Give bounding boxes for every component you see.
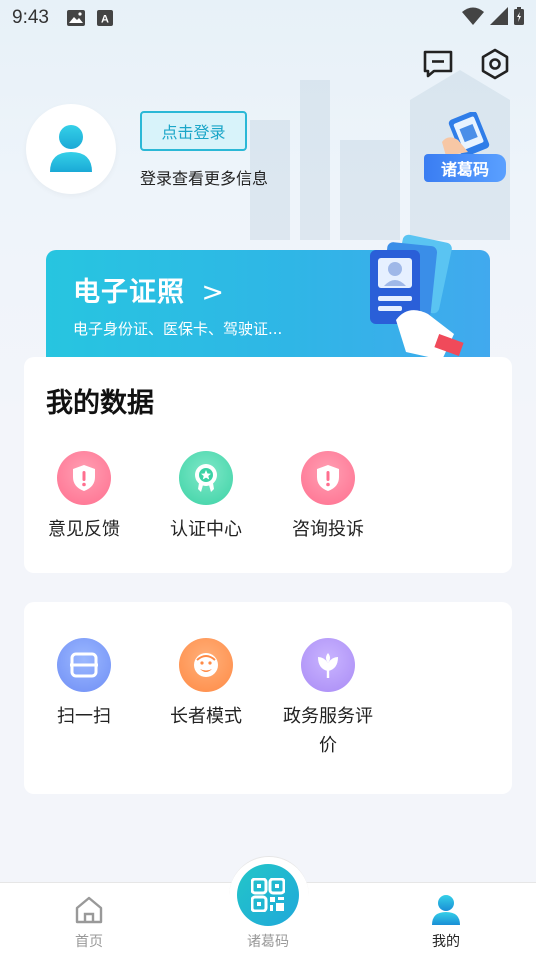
login-button[interactable]: 点击登录 — [140, 111, 247, 151]
nav-home-label: 首页 — [75, 934, 103, 950]
id-cards-hand-icon — [370, 234, 464, 360]
home-icon — [75, 896, 103, 924]
user-icon — [432, 895, 460, 925]
qr-badge-label: 诸葛码 — [424, 154, 506, 182]
service-evaluation-label-line1: 政务服务评 — [283, 706, 373, 727]
feedback-label: 意见反馈 — [48, 519, 120, 540]
consult-complaint-item[interactable]: 咨询投诉 — [268, 451, 388, 544]
message-icon — [423, 50, 453, 78]
battery-icon — [514, 7, 524, 29]
e-certificate-title-text: 电子证照 — [73, 277, 185, 308]
e-certificate-title: 电子证照 > — [73, 270, 225, 309]
qr-code-icon — [251, 878, 285, 912]
service-evaluation-label: 政务服务评 价 — [268, 702, 388, 760]
settings-button[interactable] — [477, 46, 513, 82]
service-evaluation-label-line2: 价 — [319, 735, 337, 756]
font-notification-icon: A — [96, 10, 113, 26]
feedback-item[interactable]: 意见反馈 — [24, 451, 144, 544]
tools-card: 扫一扫 长者模式 政务服务评 价 — [24, 602, 512, 794]
signal-icon — [490, 7, 508, 29]
phone-qr-icon — [442, 112, 490, 157]
certificate-badge-icon — [179, 451, 233, 505]
avatar[interactable] — [26, 104, 116, 194]
consult-complaint-label: 咨询投诉 — [292, 519, 364, 540]
nav-mine-label: 我的 — [432, 934, 460, 950]
elder-mode-label: 长者模式 — [170, 706, 242, 727]
shield-alert-icon — [301, 451, 355, 505]
nav-qr-code-button[interactable] — [237, 864, 299, 926]
image-notification-icon — [66, 10, 85, 26]
message-button[interactable] — [420, 46, 456, 82]
shield-alert-icon — [57, 451, 111, 505]
my-data-card: 我的数据 意见反馈 认证中心 咨询投诉 — [24, 357, 512, 573]
flower-icon — [301, 638, 355, 692]
elder-mode-item[interactable]: 长者模式 — [146, 638, 266, 731]
certification-center-item[interactable]: 认证中心 — [146, 451, 266, 544]
settings-hexagon-icon — [481, 48, 509, 80]
service-evaluation-item[interactable]: 政务服务评 价 — [268, 638, 388, 760]
qr-code-badge[interactable]: 诸葛码 — [424, 112, 510, 184]
user-avatar-icon — [50, 125, 92, 172]
status-bar: 9:43 A — [0, 0, 536, 36]
certification-center-label: 认证中心 — [170, 519, 242, 540]
status-time: 9:43 — [12, 7, 49, 28]
my-data-title: 我的数据 — [46, 388, 154, 419]
scan-item[interactable]: 扫一扫 — [24, 638, 144, 731]
chevron-right-icon: > — [201, 277, 226, 308]
wifi-icon — [462, 7, 484, 29]
elder-face-icon — [179, 638, 233, 692]
scan-label: 扫一扫 — [57, 706, 111, 727]
svg-text:A: A — [101, 14, 109, 26]
scan-icon — [57, 638, 111, 692]
e-certificate-subtitle: 电子身份证、医保卡、驾驶证... — [73, 320, 283, 338]
login-hint: 登录查看更多信息 — [140, 169, 269, 188]
nav-qr-label: 诸葛码 — [247, 934, 289, 950]
